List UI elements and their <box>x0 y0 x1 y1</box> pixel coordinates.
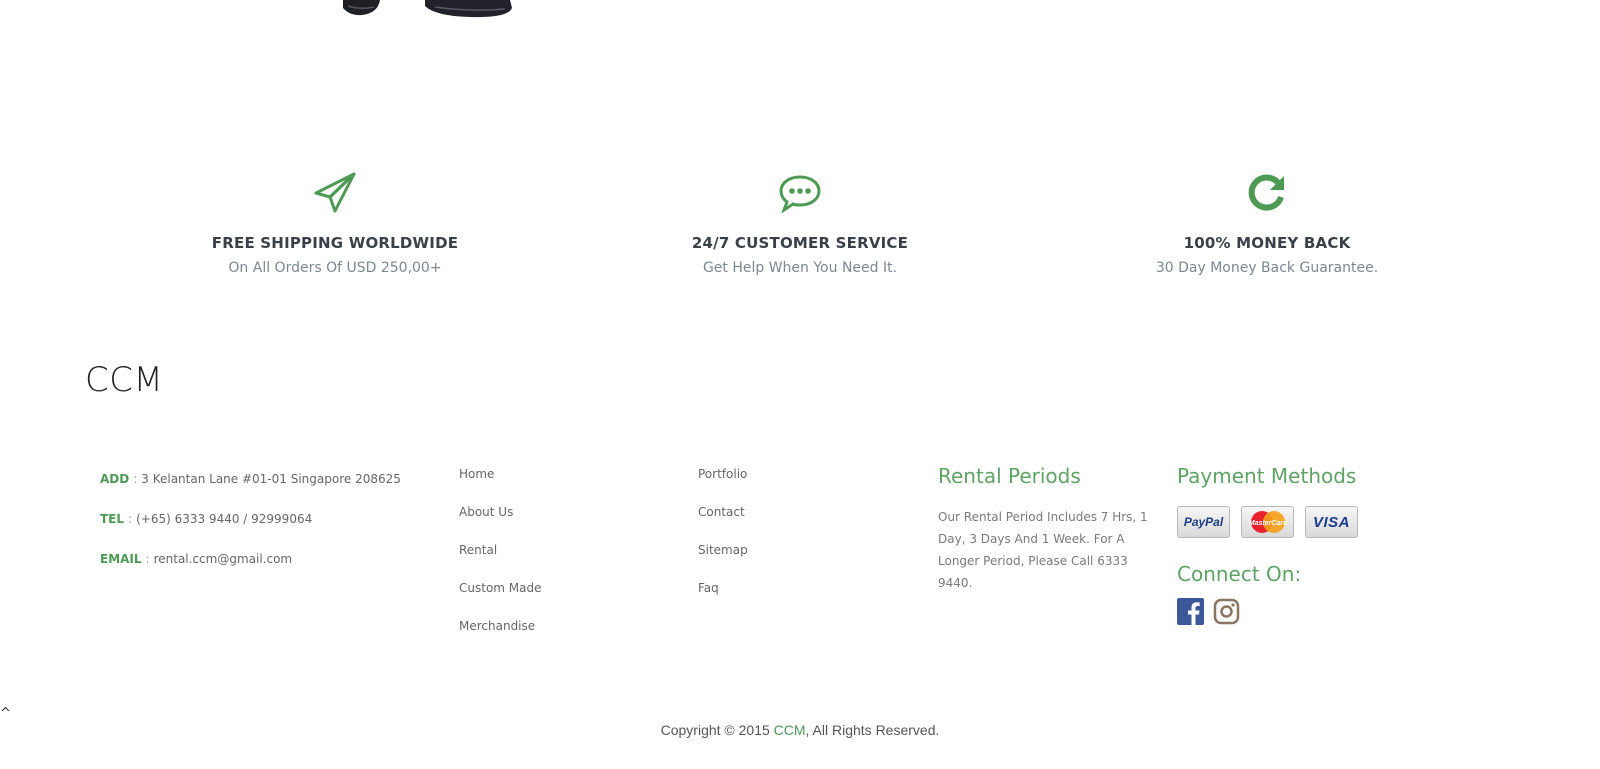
footer-link-faq[interactable]: Faq <box>698 581 898 619</box>
contact-tel: TEL: (+65) 6333 9440 / 92999064 <box>100 512 313 526</box>
features-strip: FREE SHIPPING WORLDWIDE On All Orders Of… <box>0 170 1600 300</box>
rental-periods-text: Our Rental Period Includes 7 Hrs, 1 Day,… <box>938 510 1148 590</box>
footer-link-custom-made[interactable]: Custom Made <box>459 581 659 619</box>
copyright-prefix: Copyright © 2015 <box>660 722 770 738</box>
feature-shipping: FREE SHIPPING WORLDWIDE On All Orders Of… <box>175 170 495 276</box>
tel-label: TEL <box>100 512 125 526</box>
feature-title: FREE SHIPPING WORLDWIDE <box>211 234 459 252</box>
back-to-top-button[interactable]: ^ <box>0 706 12 721</box>
copyright-suffix: , All Rights Reserved. <box>805 722 940 738</box>
rental-periods: Rental Periods Our Rental Period Include… <box>938 464 1153 594</box>
feature-subtitle: 30 Day Money Back Guarantee. <box>1155 260 1379 276</box>
rental-periods-title: Rental Periods <box>938 464 1081 488</box>
footer-link-about-us[interactable]: About Us <box>459 505 659 543</box>
product-image-shoes <box>340 0 530 20</box>
contact-address: ADD:3 Kelantan Lane #01-01 Singapore 208… <box>100 472 401 486</box>
payment-cards: PayPal MasterCard VISA <box>1177 506 1437 538</box>
footer-contact: ADD:3 Kelantan Lane #01-01 Singapore 208… <box>100 472 430 592</box>
footer-brand-logo[interactable]: CCM <box>85 360 163 400</box>
paypal-card-icon: PayPal <box>1177 506 1230 538</box>
email-value[interactable]: rental.ccm@gmail.com <box>154 552 293 566</box>
paper-plane-icon <box>314 172 356 213</box>
feature-title: 24/7 CUSTOMER SERVICE <box>691 234 909 252</box>
feature-title: 100% MONEY BACK <box>1183 234 1351 252</box>
chat-bubble-icon <box>779 175 821 213</box>
footer-link-portfolio[interactable]: Portfolio <box>698 467 898 505</box>
svg-text:MasterCard: MasterCard <box>1248 520 1287 527</box>
footer-link-merchandise[interactable]: Merchandise <box>459 619 659 657</box>
copyright-brand-link[interactable]: CCM <box>774 722 806 738</box>
feature-service: 24/7 CUSTOMER SERVICE Get Help When You … <box>640 170 960 276</box>
footer-link-sitemap[interactable]: Sitemap <box>698 543 898 581</box>
footer-links-col1: Home About Us Rental Custom Made Merchan… <box>459 467 659 657</box>
feature-money-back: 100% MONEY BACK 30 Day Money Back Guaran… <box>1107 170 1427 276</box>
payment-methods-title: Payment Methods <box>1177 464 1357 488</box>
footer-links-col2: Portfolio Contact Sitemap Faq <box>698 467 898 619</box>
address-label: ADD <box>100 472 130 486</box>
footer-link-home[interactable]: Home <box>459 467 659 505</box>
payment-methods: Payment Methods PayPal MasterCard VISA C… <box>1177 464 1437 625</box>
copyright: Copyright © 2015 CCM, All Rights Reserve… <box>0 722 1600 738</box>
mastercard-card-icon: MasterCard <box>1241 506 1294 538</box>
visa-card-icon: VISA <box>1305 506 1358 538</box>
email-label: EMAIL <box>100 552 142 566</box>
instagram-icon[interactable] <box>1213 598 1240 625</box>
footer-link-contact[interactable]: Contact <box>698 505 898 543</box>
contact-email: EMAIL: rental.ccm@gmail.com <box>100 552 293 566</box>
footer-link-rental[interactable]: Rental <box>459 543 659 581</box>
feature-subtitle: Get Help When You Need It. <box>702 260 898 276</box>
feature-subtitle: On All Orders Of USD 250,00+ <box>228 260 442 276</box>
address-value: 3 Kelantan Lane #01-01 Singapore 208625 <box>141 472 401 486</box>
social-links <box>1177 598 1437 625</box>
tel-value: (+65) 6333 9440 / 92999064 <box>136 512 313 526</box>
facebook-icon[interactable] <box>1177 598 1204 625</box>
connect-on-title: Connect On: <box>1177 562 1302 586</box>
refresh-icon <box>1248 174 1284 211</box>
